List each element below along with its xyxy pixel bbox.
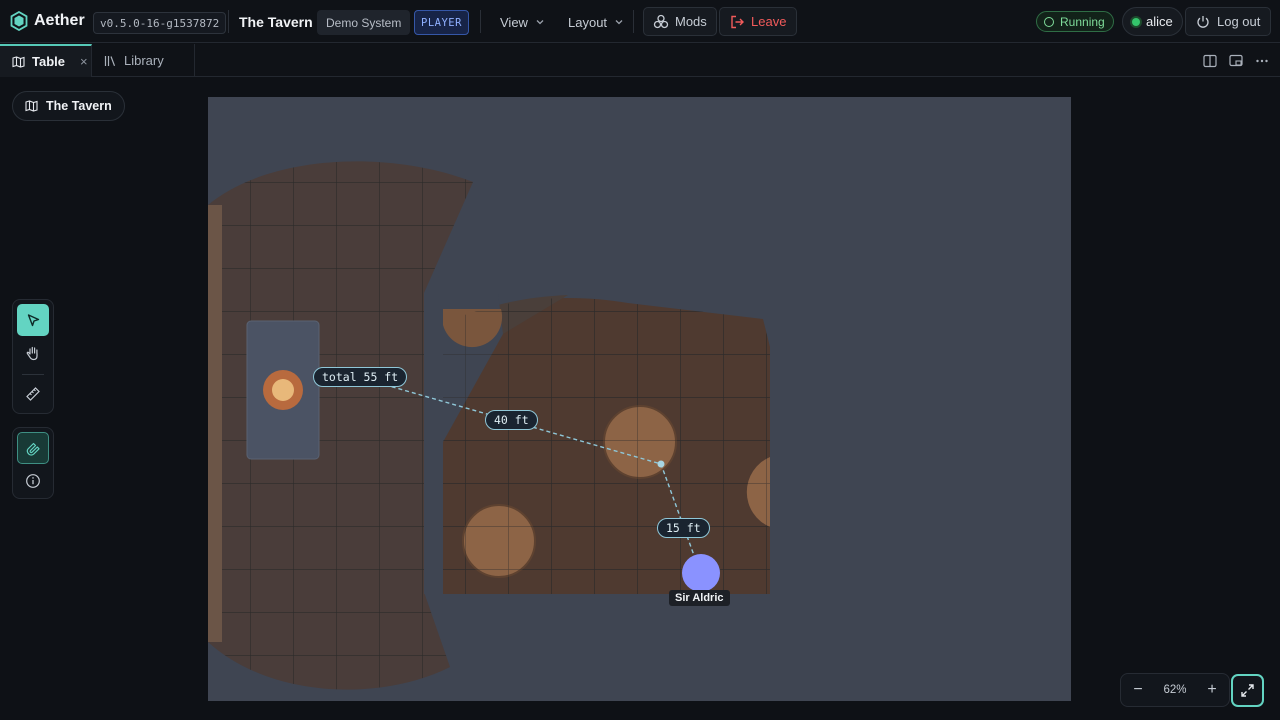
- scene-name: The Tavern: [46, 99, 112, 113]
- snap-toggle-button[interactable]: [17, 432, 49, 464]
- status-label: Running: [1060, 14, 1105, 29]
- view-menu-label: View: [500, 14, 528, 30]
- info-icon: [26, 474, 40, 488]
- tool-palette-secondary: [12, 427, 54, 499]
- top-bar: Aether v0.5.0-16-g1537872 The Tavern Dem…: [0, 0, 1280, 43]
- tab-table[interactable]: Table ×: [0, 44, 92, 77]
- divider: [22, 374, 44, 375]
- popout-icon[interactable]: [1228, 53, 1244, 69]
- pan-tool-button[interactable]: [17, 337, 49, 369]
- measure-total-label: total 55 ft: [313, 367, 408, 387]
- ruler-icon: [26, 387, 40, 401]
- map-canvas[interactable]: total 55 ft 40 ft 15 ft Sir Aldric The T…: [0, 77, 1280, 720]
- tab-label: Library: [124, 53, 164, 68]
- room-title: The Tavern: [239, 14, 313, 30]
- logout-label: Log out: [1217, 14, 1261, 29]
- leave-label: Leave: [751, 14, 787, 29]
- zoom-in-button[interactable]: +: [1203, 681, 1221, 699]
- chevron-down-icon: [536, 20, 544, 25]
- layout-menu-button[interactable]: Layout: [568, 10, 623, 34]
- close-icon[interactable]: ×: [80, 54, 88, 69]
- mods-icon: [653, 14, 669, 29]
- library-icon: [104, 55, 116, 66]
- power-icon: [1197, 15, 1209, 28]
- map-icon: [25, 100, 38, 112]
- status-badge: Running: [1036, 11, 1114, 32]
- view-menu-button[interactable]: View: [500, 10, 544, 34]
- divider: [228, 10, 229, 33]
- measure-segment-label: 15 ft: [657, 518, 710, 538]
- zoom-out-button[interactable]: −: [1129, 681, 1147, 699]
- leave-button[interactable]: Leave: [719, 7, 798, 36]
- username: alice: [1146, 14, 1173, 29]
- measure-segment-label: 40 ft: [485, 410, 538, 430]
- fit-to-screen-button[interactable]: [1231, 674, 1264, 707]
- exit-icon: [731, 15, 744, 28]
- expand-icon: [1241, 684, 1254, 697]
- role-badge: PLAYER: [414, 10, 469, 35]
- divider: [480, 10, 481, 33]
- layout-menu-label: Layout: [568, 14, 608, 30]
- online-indicator: [1132, 17, 1140, 26]
- system-badge: Demo System: [317, 10, 411, 35]
- tab-library[interactable]: Library: [92, 44, 195, 77]
- select-icon: [27, 313, 39, 326]
- more-icon[interactable]: [1254, 53, 1270, 69]
- split-view-icon[interactable]: [1202, 53, 1218, 69]
- scene-selector[interactable]: The Tavern: [12, 91, 125, 121]
- zoom-level: 62%: [1163, 684, 1187, 696]
- player-token[interactable]: [682, 554, 720, 592]
- tab-bar: Table × Library: [0, 44, 1280, 77]
- user-menu[interactable]: alice: [1122, 7, 1183, 36]
- tool-palette: [12, 299, 54, 414]
- logout-button[interactable]: Log out: [1185, 7, 1272, 36]
- info-button[interactable]: [17, 465, 49, 497]
- aether-logo-icon: [10, 11, 28, 31]
- tab-label: Table: [32, 54, 65, 69]
- version-badge: v0.5.0-16-g1537872: [93, 12, 227, 34]
- chevron-down-icon: [615, 20, 623, 25]
- pan-hand-icon: [26, 346, 38, 361]
- zoom-controls: − 62% +: [1120, 673, 1230, 707]
- mods-label: Mods: [675, 14, 707, 29]
- map-icon: [12, 55, 25, 68]
- divider: [633, 10, 634, 33]
- waypoint-marker: [657, 460, 665, 468]
- token-name-label: Sir Aldric: [669, 590, 730, 606]
- status-ring-icon: [1044, 16, 1054, 27]
- select-tool-button[interactable]: [17, 304, 49, 336]
- mods-button[interactable]: Mods: [643, 7, 717, 36]
- snap-magnet-icon: [26, 442, 40, 456]
- ruler-tool-button[interactable]: [17, 378, 49, 410]
- app-name: Aether: [34, 12, 85, 29]
- battle-map[interactable]: [208, 97, 1071, 701]
